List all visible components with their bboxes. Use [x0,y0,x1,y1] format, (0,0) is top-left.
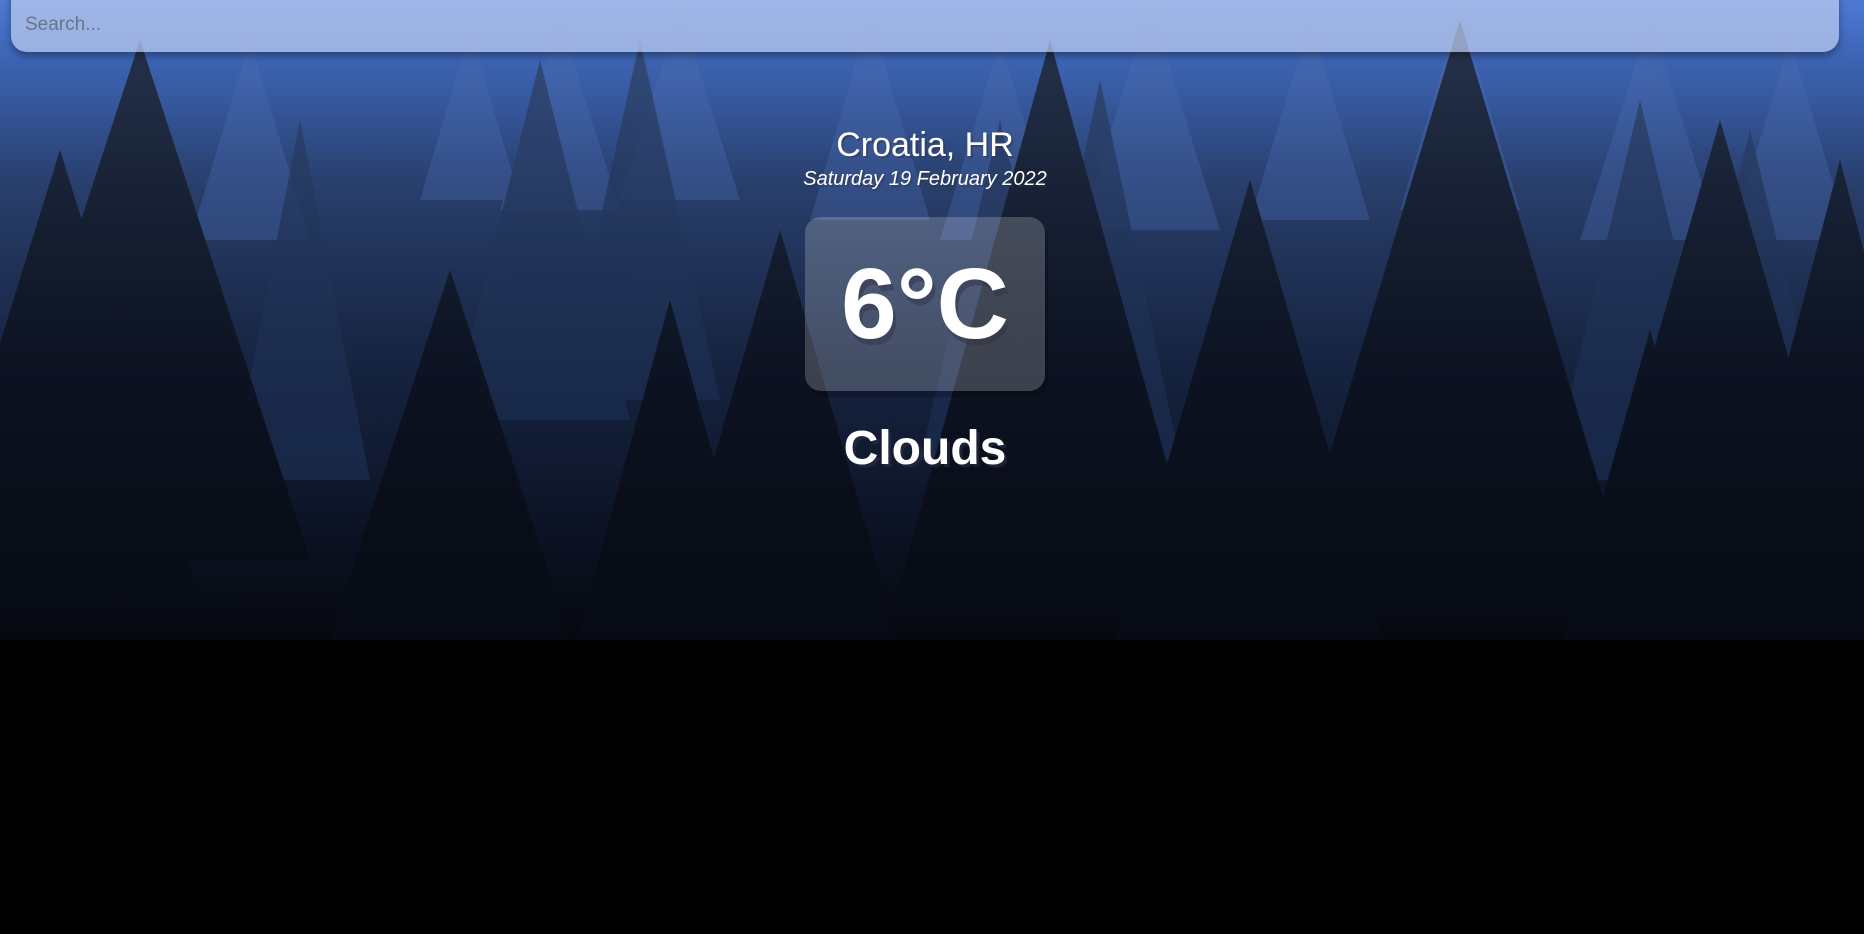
weather-app: Croatia, HR Saturday 19 February 2022 6°… [0,0,1864,934]
temperature-display: 6°C [805,217,1045,391]
current-date: Saturday 19 February 2022 [803,168,1047,190]
weather-box: 6°C Clouds [0,217,1850,477]
location-box: Croatia, HR Saturday 19 February 2022 [0,124,1850,192]
weather-condition: Clouds [843,422,1007,475]
location-name: Croatia, HR [836,126,1014,164]
search-input[interactable] [11,0,1839,50]
search-box [11,0,1839,52]
